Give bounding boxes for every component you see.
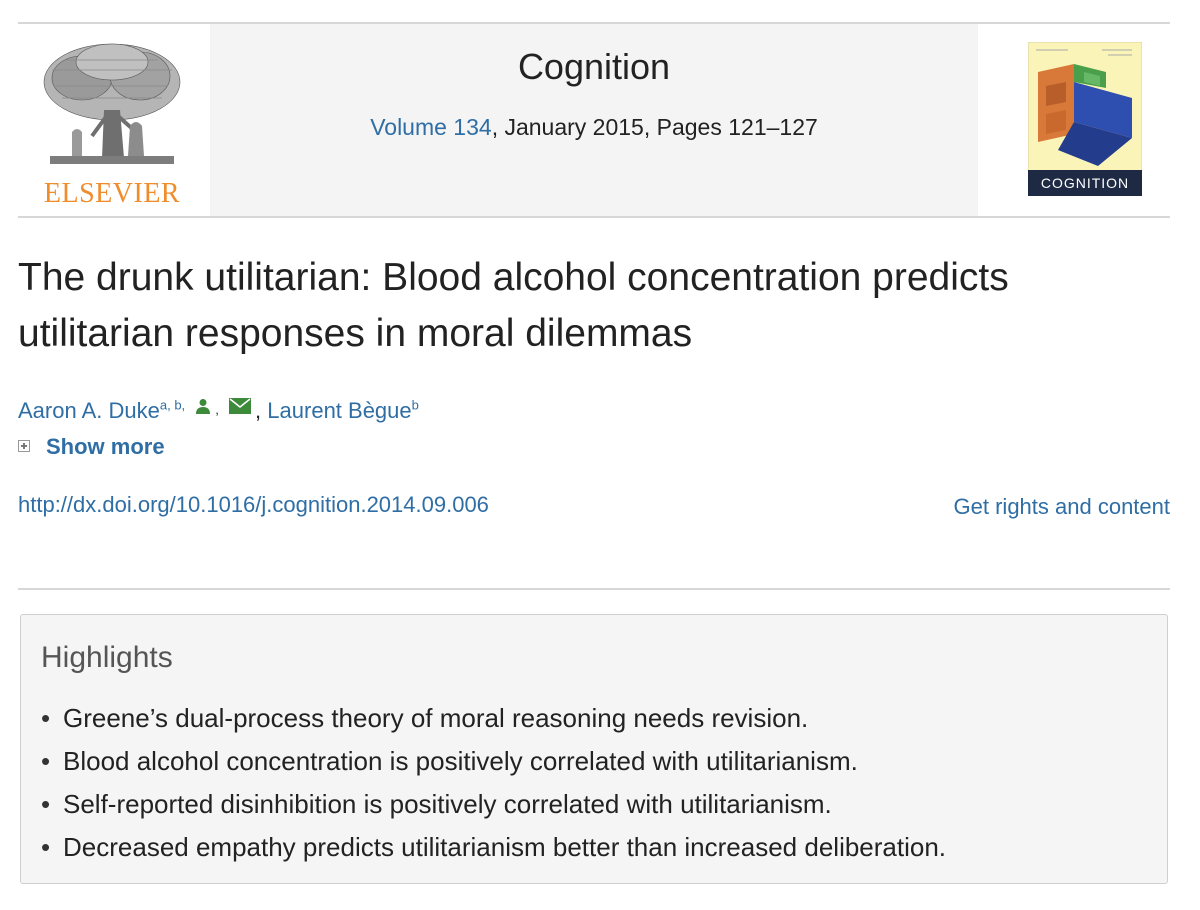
highlight-item: Self-reported disinhibition is positivel… <box>41 783 946 826</box>
highlights-list: Greene’s dual-process theory of moral re… <box>41 697 946 869</box>
highlight-item: Greene’s dual-process theory of moral re… <box>41 697 946 740</box>
highlight-item: Blood alcohol concentration is positivel… <box>41 740 946 783</box>
article-title: The drunk utilitarian: Blood alcohol con… <box>18 256 1009 355</box>
plus-box-icon[interactable] <box>18 440 30 452</box>
volume-link[interactable]: Volume 134 <box>370 114 491 140</box>
highlight-item: Decreased empathy predicts utilitarianis… <box>41 826 946 869</box>
author-link[interactable]: Laurent Bègue <box>267 398 411 423</box>
author-affiliation[interactable]: a, b, <box>160 398 185 413</box>
highlights-heading: Highlights <box>41 641 173 674</box>
journal-header: ELSEVIER Cognition Volume 134, January 2… <box>18 24 1170 216</box>
journal-cover-image: COGNITION <box>1027 41 1143 197</box>
section-divider <box>18 588 1170 590</box>
elsevier-wordmark: ELSEVIER <box>43 178 181 209</box>
author-list: Aaron A. Dukea, b, , , Laurent Bègueb <box>18 394 419 424</box>
show-more-toggle[interactable]: Show more <box>18 434 165 460</box>
journal-title[interactable]: Cognition <box>210 46 978 88</box>
show-more-label[interactable]: Show more <box>46 434 165 459</box>
cover-label: COGNITION <box>1041 175 1129 191</box>
author-separator: , <box>255 398 262 423</box>
volume-line: Volume 134, January 2015, Pages 121–127 <box>210 114 978 141</box>
volume-details: , January 2015, Pages 121–127 <box>491 114 818 140</box>
person-icon[interactable] <box>195 394 211 420</box>
tree-logo-icon <box>43 43 181 164</box>
get-rights-link[interactable]: Get rights and content <box>954 494 1170 520</box>
author-link[interactable]: Aaron A. Duke <box>18 398 160 423</box>
journal-cover[interactable]: COGNITION <box>1027 41 1143 197</box>
header-divider <box>18 216 1170 218</box>
highlights-box: Highlights Greene’s dual-process theory … <box>20 614 1168 884</box>
icon-separator: , <box>215 402 219 417</box>
envelope-icon[interactable] <box>229 394 252 420</box>
author-affiliation[interactable]: b <box>412 398 419 413</box>
elsevier-logo[interactable]: ELSEVIER <box>32 40 192 210</box>
doi-link[interactable]: http://dx.doi.org/10.1016/j.cognition.20… <box>18 492 489 518</box>
journal-info-panel: Cognition Volume 134, January 2015, Page… <box>210 24 978 216</box>
